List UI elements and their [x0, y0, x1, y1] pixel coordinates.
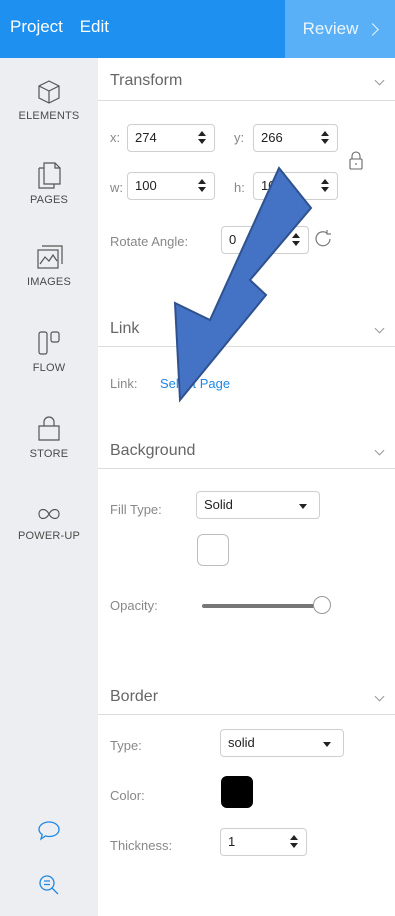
annotation-arrow-overlay [173, 166, 313, 403]
big-blue-arrow-icon [173, 166, 313, 403]
